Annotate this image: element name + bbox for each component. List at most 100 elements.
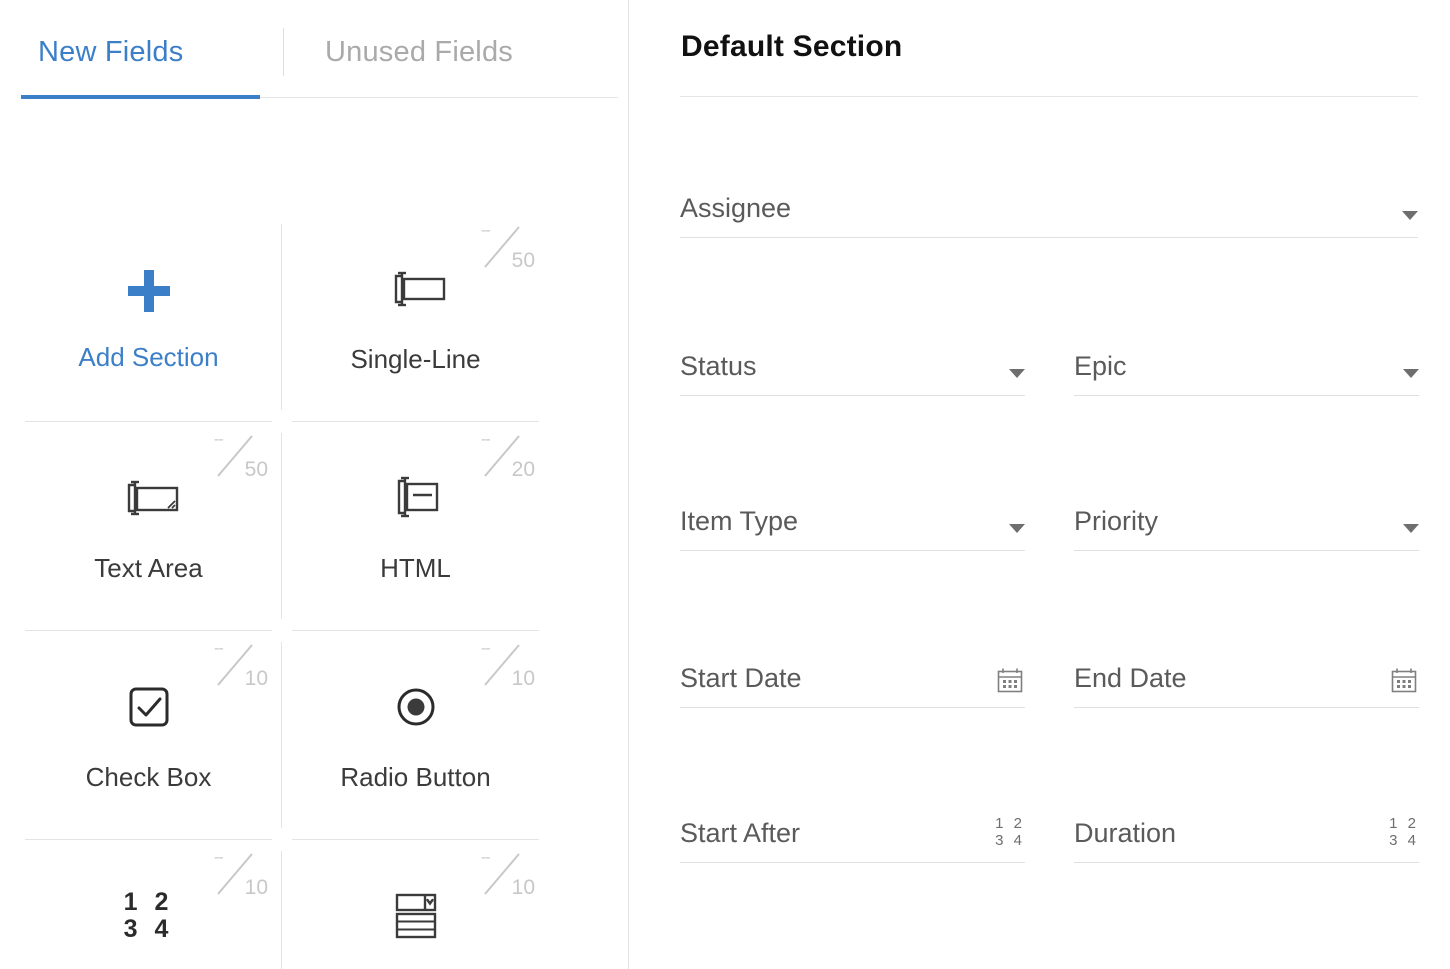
form-field-epic[interactable]: Epic bbox=[1074, 318, 1419, 396]
badge-used: -- bbox=[214, 640, 224, 657]
form-field-status[interactable]: Status bbox=[680, 318, 1025, 396]
field-card-integer[interactable]: -- 10 1 2 3 4 Integer bbox=[25, 840, 272, 969]
field-label: Duration bbox=[1074, 818, 1177, 848]
chevron-down-icon[interactable] bbox=[1009, 524, 1025, 539]
integer-icon-row-top: 1 2 bbox=[123, 888, 174, 916]
field-underline bbox=[1074, 395, 1419, 396]
field-card-pick-list[interactable]: -- 10 bbox=[292, 840, 539, 969]
field-label: Item Type bbox=[680, 506, 799, 536]
field-underline bbox=[1074, 550, 1419, 551]
badge-used: -- bbox=[481, 640, 491, 657]
form-field-start-after[interactable]: Start After 1 2 3 4 bbox=[680, 785, 1025, 863]
field-card-label: Text Area bbox=[94, 553, 203, 583]
badge-total: 10 bbox=[511, 667, 535, 690]
active-tab-indicator bbox=[21, 95, 260, 99]
calendar-icon[interactable] bbox=[995, 666, 1025, 696]
form-field-end-date[interactable]: End Date bbox=[1074, 630, 1419, 708]
chevron-down-icon[interactable] bbox=[1402, 211, 1418, 226]
field-underline bbox=[680, 707, 1025, 708]
grid-rule-vertical bbox=[281, 433, 282, 619]
badge-used: -- bbox=[214, 849, 224, 866]
text-area-icon bbox=[118, 469, 180, 527]
field-card-single-line[interactable]: -- 50 Single-Line bbox=[292, 213, 539, 422]
section-editor-panel: Default Section Assignee Status Epic Ite… bbox=[629, 0, 1450, 969]
number-icon: 1 2 3 4 bbox=[995, 815, 1025, 851]
number-icon-row-top: 1 2 bbox=[1389, 815, 1419, 832]
field-card-text-area[interactable]: -- 50 Text Area bbox=[25, 422, 272, 631]
tab-unused-fields[interactable]: Unused Fields bbox=[325, 36, 513, 69]
field-label: Priority bbox=[1074, 506, 1159, 536]
usage-badge: -- 10 bbox=[479, 849, 535, 899]
chevron-down-icon[interactable] bbox=[1403, 369, 1419, 384]
pick-list-icon bbox=[390, 887, 442, 945]
badge-used: -- bbox=[481, 222, 491, 239]
check-box-icon bbox=[125, 678, 173, 736]
field-label: Start Date bbox=[680, 663, 802, 693]
number-icon-row-bottom: 3 4 bbox=[995, 832, 1025, 849]
usage-badge: -- 20 bbox=[479, 431, 535, 481]
number-icon-row-top: 1 2 bbox=[995, 815, 1025, 832]
field-card-html[interactable]: -- 20 HTML bbox=[292, 422, 539, 631]
badge-slash-icon bbox=[484, 853, 520, 895]
integer-icon: 1 2 3 4 bbox=[124, 887, 174, 945]
field-label: Start After bbox=[680, 818, 801, 848]
badge-slash-icon bbox=[484, 435, 520, 477]
field-underline bbox=[1074, 862, 1419, 863]
grid-rule-vertical bbox=[281, 224, 282, 410]
html-icon bbox=[388, 469, 444, 527]
field-label: Assignee bbox=[680, 193, 792, 223]
form-field-item-type[interactable]: Item Type bbox=[680, 473, 1025, 551]
field-label: Epic bbox=[1074, 351, 1127, 381]
calendar-icon[interactable] bbox=[1389, 666, 1419, 696]
new-fields-panel: New Fields Unused Fields Add Section -- bbox=[0, 0, 628, 969]
form-field-start-date[interactable]: Start Date bbox=[680, 630, 1025, 708]
field-card-check-box[interactable]: -- 10 Check Box bbox=[25, 631, 272, 840]
chevron-down-icon[interactable] bbox=[1403, 524, 1419, 539]
badge-total: 50 bbox=[511, 249, 535, 272]
field-card-label: Check Box bbox=[85, 762, 212, 792]
tabs-baseline bbox=[260, 97, 618, 98]
field-card-label: Single-Line bbox=[350, 344, 481, 374]
badge-used: -- bbox=[481, 431, 491, 448]
field-label: Status bbox=[680, 351, 757, 381]
badge-used: -- bbox=[481, 849, 491, 866]
field-layout-editor: New Fields Unused Fields Add Section -- bbox=[0, 0, 1450, 969]
field-underline bbox=[680, 395, 1025, 396]
badge-slash-icon bbox=[217, 644, 253, 686]
badge-total: 50 bbox=[244, 458, 268, 481]
field-card-add-section[interactable]: Add Section bbox=[25, 213, 272, 422]
form-field-duration[interactable]: Duration 1 2 3 4 bbox=[1074, 785, 1419, 863]
chevron-down-icon[interactable] bbox=[1009, 369, 1025, 384]
badge-slash-icon bbox=[217, 435, 253, 477]
field-underline bbox=[1074, 707, 1419, 708]
badge-slash-icon bbox=[217, 853, 253, 895]
form-field-assignee[interactable]: Assignee bbox=[680, 160, 1418, 238]
integer-icon-row-bottom: 3 4 bbox=[123, 915, 174, 943]
single-line-icon bbox=[385, 260, 447, 318]
tab-new-fields[interactable]: New Fields bbox=[38, 36, 183, 69]
usage-badge: -- 10 bbox=[212, 849, 268, 899]
badge-slash-icon bbox=[484, 644, 520, 686]
field-card-radio-button[interactable]: -- 10 Radio Button bbox=[292, 631, 539, 840]
number-icon-row-bottom: 3 4 bbox=[1389, 832, 1419, 849]
tab-separator bbox=[283, 28, 284, 76]
number-icon: 1 2 3 4 bbox=[1389, 815, 1419, 851]
badge-total: 10 bbox=[511, 876, 535, 899]
usage-badge: -- 50 bbox=[479, 222, 535, 272]
badge-slash-icon bbox=[484, 226, 520, 268]
field-card-label: Add Section bbox=[78, 342, 219, 372]
plus-icon bbox=[127, 262, 170, 320]
field-card-label: Radio Button bbox=[340, 762, 491, 792]
grid-rule-vertical bbox=[281, 642, 282, 828]
field-card-label: HTML bbox=[380, 553, 451, 583]
usage-badge: -- 10 bbox=[212, 640, 268, 690]
grid-rule-vertical bbox=[281, 851, 282, 969]
section-form: Assignee Status Epic Item Type Priority … bbox=[629, 0, 1450, 969]
field-underline bbox=[680, 550, 1025, 551]
form-field-priority[interactable]: Priority bbox=[1074, 473, 1419, 551]
field-label: End Date bbox=[1074, 663, 1187, 693]
field-underline bbox=[680, 237, 1418, 238]
badge-total: 20 bbox=[511, 458, 535, 481]
radio-button-icon bbox=[392, 678, 440, 736]
badge-total: 10 bbox=[244, 876, 268, 899]
